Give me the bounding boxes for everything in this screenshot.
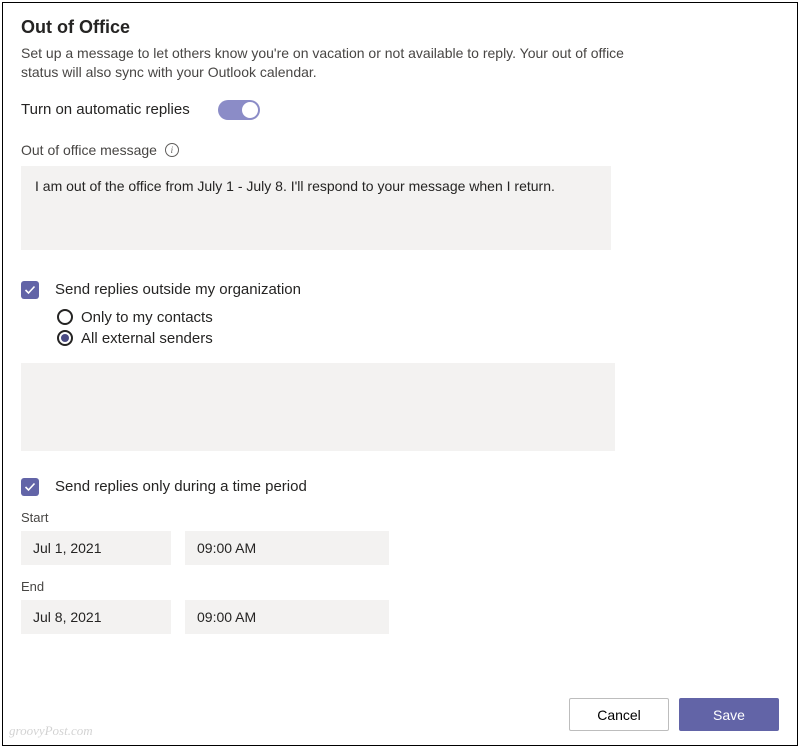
end-time-row: Jul 8, 2021 09:00 AM	[21, 600, 779, 634]
radio-all-senders-label: All external senders	[81, 330, 213, 347]
start-date-field[interactable]: Jul 1, 2021	[21, 531, 171, 565]
page-subtitle: Set up a message to let others know you'…	[21, 44, 661, 82]
auto-replies-row: Turn on automatic replies	[21, 100, 779, 120]
external-replies-row: Send replies outside my organization	[21, 281, 779, 299]
checkmark-icon	[24, 481, 36, 493]
cancel-button[interactable]: Cancel	[569, 698, 669, 731]
page-title: Out of Office	[21, 17, 779, 38]
start-time-row: Jul 1, 2021 09:00 AM	[21, 531, 779, 565]
radio-only-contacts-label: Only to my contacts	[81, 309, 213, 326]
info-icon[interactable]: i	[165, 143, 179, 157]
message-label: Out of office message	[21, 142, 157, 158]
toggle-knob	[242, 102, 258, 118]
external-message-textarea[interactable]	[21, 363, 615, 451]
external-replies-checkbox[interactable]	[21, 281, 39, 299]
checkmark-icon	[24, 284, 36, 296]
radio-row-contacts: Only to my contacts	[57, 309, 779, 326]
time-period-row: Send replies only during a time period	[21, 478, 779, 496]
radio-row-all: All external senders	[57, 330, 779, 347]
auto-replies-toggle[interactable]	[218, 100, 260, 120]
out-of-office-panel: Out of Office Set up a message to let ot…	[2, 2, 798, 746]
end-label: End	[21, 579, 779, 594]
start-time-field[interactable]: 09:00 AM	[185, 531, 389, 565]
save-button[interactable]: Save	[679, 698, 779, 731]
external-scope-radios: Only to my contacts All external senders	[57, 309, 779, 347]
auto-replies-label: Turn on automatic replies	[21, 101, 190, 118]
time-period-checkbox[interactable]	[21, 478, 39, 496]
external-replies-label: Send replies outside my organization	[55, 281, 301, 298]
end-time-field[interactable]: 09:00 AM	[185, 600, 389, 634]
start-label: Start	[21, 510, 779, 525]
ooo-message-textarea[interactable]	[21, 166, 611, 250]
radio-all-senders[interactable]	[57, 330, 73, 346]
watermark-text: groovyPost.com	[9, 723, 93, 739]
time-period-label: Send replies only during a time period	[55, 478, 307, 495]
radio-only-contacts[interactable]	[57, 309, 73, 325]
dialog-footer: Cancel Save	[569, 698, 779, 731]
message-label-row: Out of office message i	[21, 142, 779, 158]
end-date-field[interactable]: Jul 8, 2021	[21, 600, 171, 634]
